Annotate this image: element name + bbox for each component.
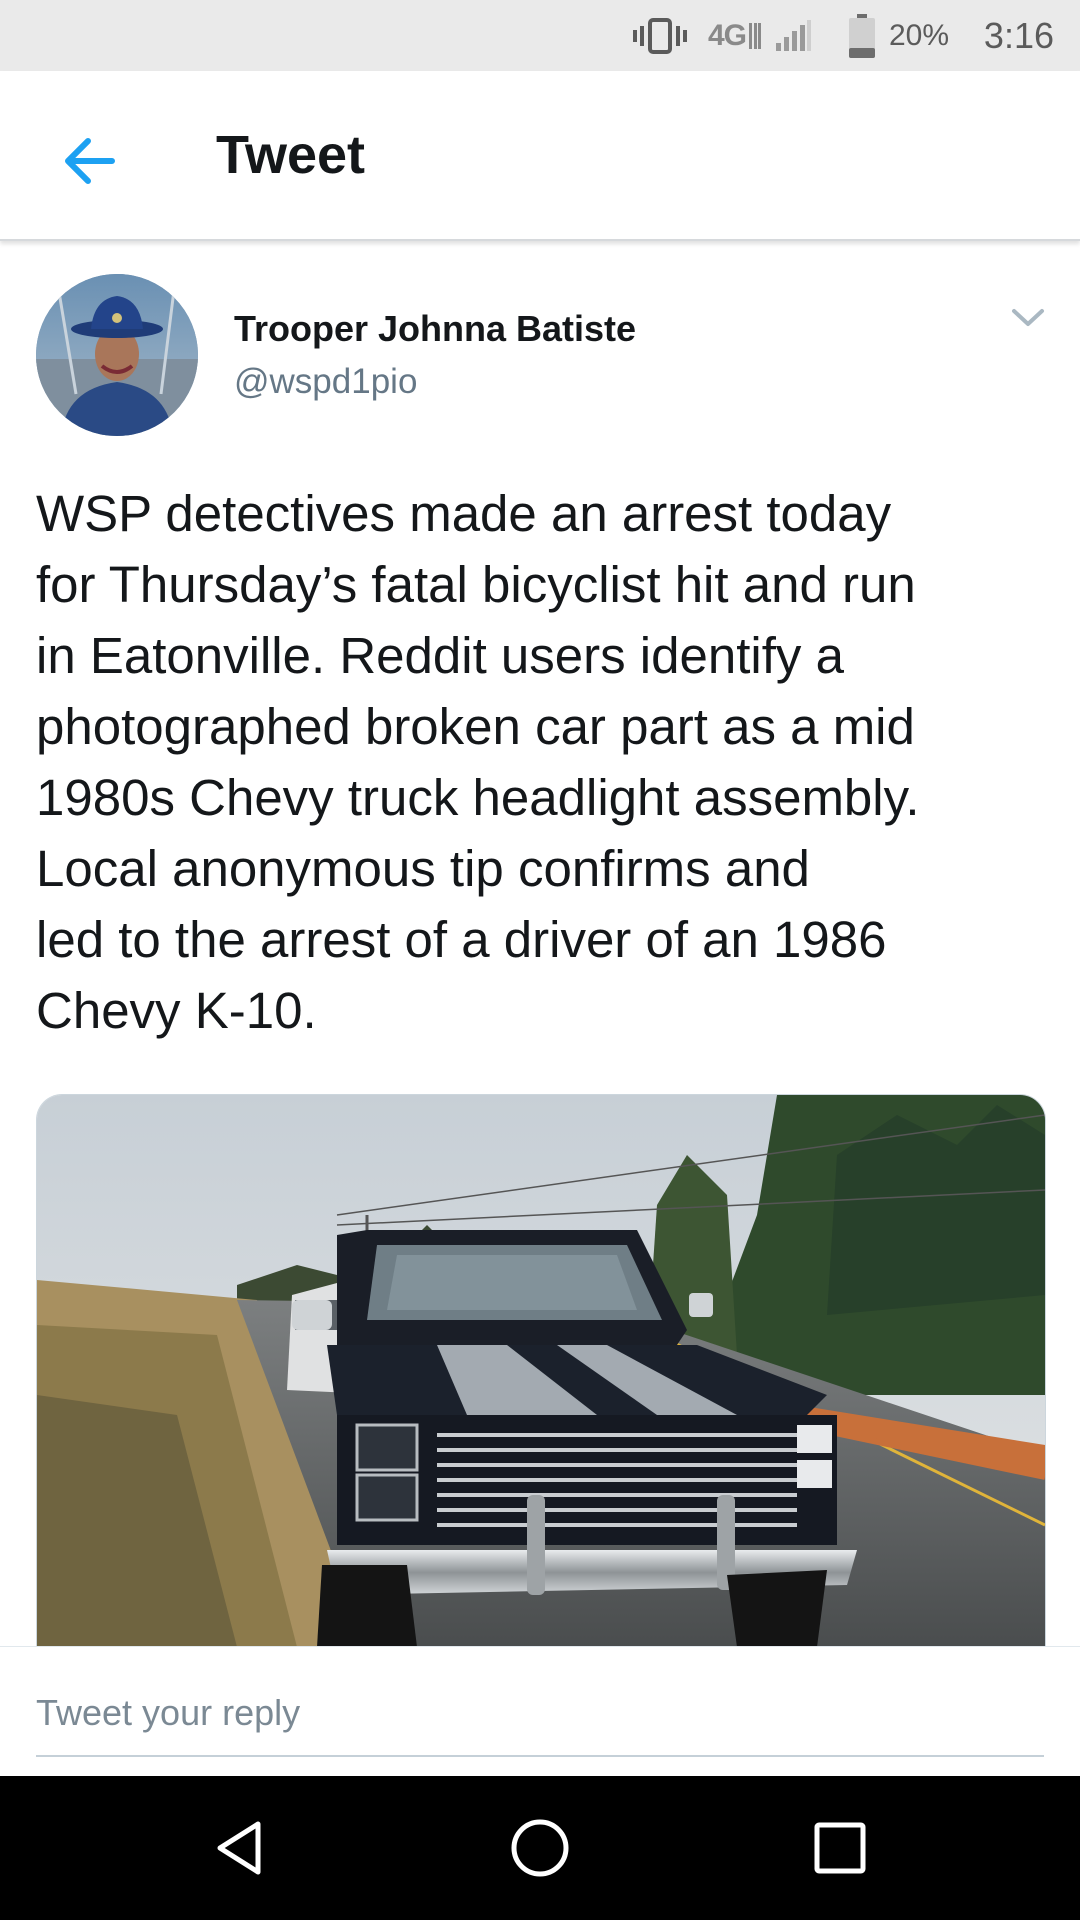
- tweet-text: WSP detectives made an arrest today for …: [36, 478, 1046, 1046]
- tweet-text-line: WSP detectives made an arrest today: [36, 485, 892, 542]
- status-bar: 4G 20% 3:16: [0, 0, 1080, 71]
- reply-bar: [0, 1646, 1080, 1777]
- back-button[interactable]: [50, 121, 130, 201]
- clock-time: 3:16: [983, 14, 1054, 56]
- author-handle[interactable]: @wspd1pio: [234, 362, 417, 402]
- tweet-text-line: photographed broken car part as a mid: [36, 698, 915, 755]
- app-header: Tweet: [0, 71, 1080, 241]
- tweet-text-line: 1980s Chevy truck headlight assembly.: [36, 769, 920, 826]
- author-name[interactable]: Trooper Johnna Batiste: [234, 308, 636, 350]
- reply-input[interactable]: [36, 1671, 1044, 1757]
- nav-back-button[interactable]: [200, 1808, 280, 1888]
- arrow-left-icon: [65, 138, 115, 184]
- battery-percent: 20%: [888, 18, 949, 52]
- nav-home-button[interactable]: [500, 1808, 580, 1888]
- nav-bar: [0, 1776, 1080, 1920]
- tweet-text-line: for Thursday’s fatal bicyclist hit and r…: [36, 556, 916, 613]
- tweet-text-line: Local anonymous tip confirms and: [36, 840, 810, 897]
- chevron-down-icon: [1012, 309, 1044, 326]
- vibrate-icon: [632, 0, 688, 71]
- avatar[interactable]: [36, 274, 198, 436]
- tweet-photo[interactable]: [36, 1094, 1046, 1647]
- network-label: 4G: [707, 18, 747, 52]
- nav-back-icon: [217, 1821, 261, 1875]
- tweet-text-line: led to the arrest of a driver of an 1986: [36, 911, 887, 968]
- tweet-text-line: in Eatonville. Reddit users identify a: [36, 627, 844, 684]
- nav-recents-button[interactable]: [800, 1808, 880, 1888]
- nav-recents-icon: [814, 1822, 866, 1874]
- tweet-text-line: Chevy K-10.: [36, 982, 317, 1039]
- avatar-image: [36, 274, 198, 436]
- signal-icon: [774, 0, 812, 71]
- nav-home-icon: [511, 1819, 569, 1877]
- network-lte-icon: 4G: [708, 0, 762, 71]
- truck-photo: [37, 1095, 1045, 1647]
- page-title: Tweet: [216, 125, 366, 185]
- battery-icon: [847, 0, 877, 71]
- tweet-menu-button[interactable]: [1002, 298, 1054, 338]
